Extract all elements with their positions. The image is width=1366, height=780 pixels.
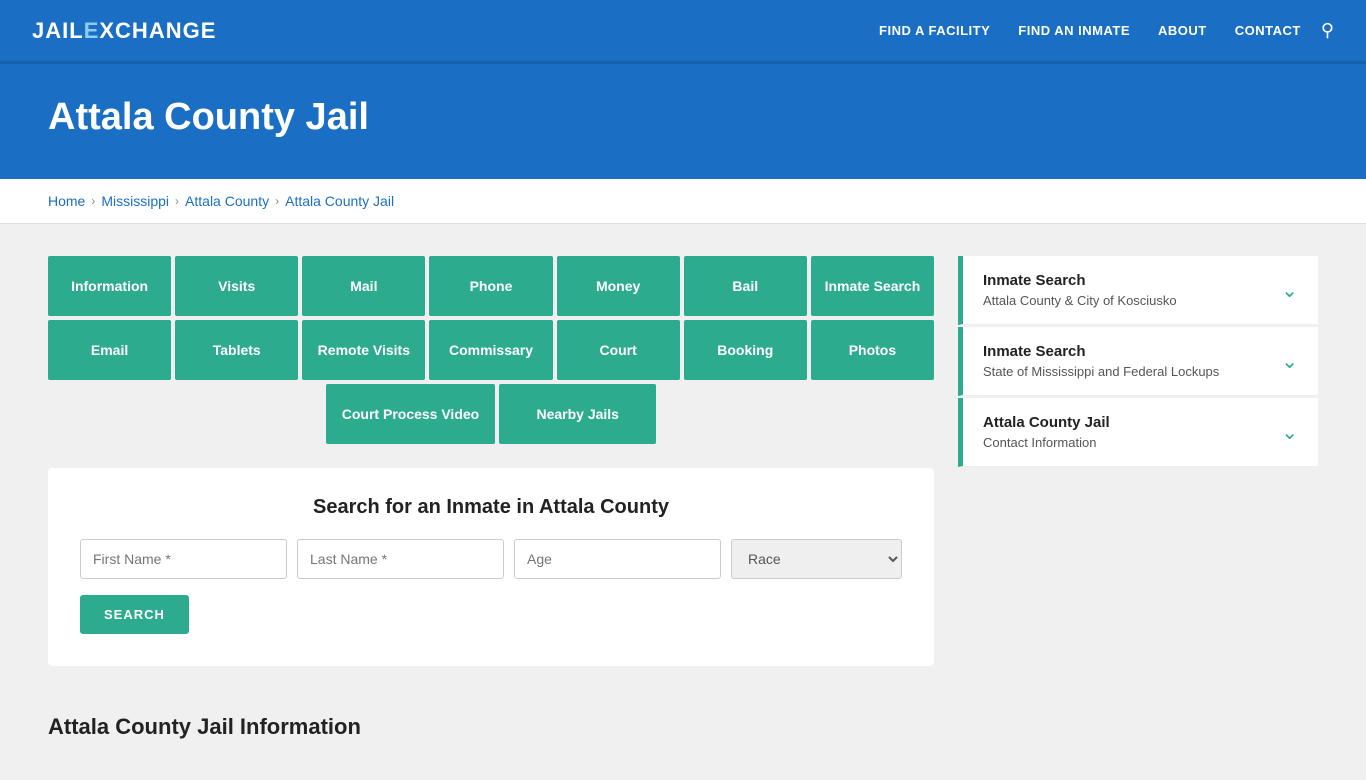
tile-bail[interactable]: Bail	[684, 256, 807, 316]
race-select[interactable]: Race White Black Hispanic Asian Other	[731, 539, 902, 579]
sidebar-card-mississippi-text: Inmate Search State of Mississippi and F…	[983, 343, 1219, 379]
tile-remote-visits[interactable]: Remote Visits	[302, 320, 425, 380]
hero-banner: Attala County Jail	[0, 64, 1366, 179]
tile-row-1: Information Visits Mail Phone Money Bail…	[48, 256, 934, 316]
sidebar-card-mississippi-title: Inmate Search	[983, 343, 1219, 360]
tile-booking[interactable]: Booking	[684, 320, 807, 380]
sidebar-card-attala-text: Inmate Search Attala County & City of Ko…	[983, 272, 1177, 308]
breadcrumb-mississippi[interactable]: Mississippi	[101, 193, 169, 209]
nav-find-facility[interactable]: FIND A FACILITY	[879, 23, 990, 38]
breadcrumb-home[interactable]: Home	[48, 193, 85, 209]
left-column: Information Visits Mail Phone Money Bail…	[48, 256, 934, 748]
tile-mail[interactable]: Mail	[302, 256, 425, 316]
breadcrumb-bar: Home › Mississippi › Attala County › Att…	[0, 179, 1366, 224]
sidebar-card-attala-title: Inmate Search	[983, 272, 1177, 289]
tile-email[interactable]: Email	[48, 320, 171, 380]
tile-money[interactable]: Money	[557, 256, 680, 316]
breadcrumb-attala-county[interactable]: Attala County	[185, 193, 269, 209]
breadcrumb-sep-2: ›	[175, 194, 179, 208]
tile-nearby-jails[interactable]: Nearby Jails	[499, 384, 656, 444]
breadcrumb-sep-3: ›	[275, 194, 279, 208]
inmate-search-box: Search for an Inmate in Attala County Ra…	[48, 468, 934, 666]
age-input[interactable]	[514, 539, 721, 579]
search-fields: Race White Black Hispanic Asian Other	[80, 539, 902, 579]
sidebar-card-attala-inmate-search[interactable]: Inmate Search Attala County & City of Ko…	[958, 256, 1318, 325]
tile-visits[interactable]: Visits	[175, 256, 298, 316]
sidebar-card-contact-text: Attala County Jail Contact Information	[983, 414, 1110, 450]
sidebar-cards: Inmate Search Attala County & City of Ko…	[958, 256, 1318, 467]
main-content: Information Visits Mail Phone Money Bail…	[0, 224, 1366, 780]
breadcrumb: Home › Mississippi › Attala County › Att…	[48, 193, 1318, 209]
search-icon[interactable]: ⚲	[1321, 20, 1334, 41]
sidebar-card-contact-info[interactable]: Attala County Jail Contact Information ⌄	[958, 398, 1318, 467]
tile-court[interactable]: Court	[557, 320, 680, 380]
search-button[interactable]: SEARCH	[80, 595, 189, 634]
right-sidebar: Inmate Search Attala County & City of Ko…	[958, 256, 1318, 467]
tile-row-3: Court Process Video Nearby Jails	[48, 384, 934, 444]
tile-commissary[interactable]: Commissary	[429, 320, 552, 380]
nav-about[interactable]: ABOUT	[1158, 23, 1207, 38]
chevron-down-icon-2: ⌄	[1281, 349, 1298, 374]
sidebar-card-contact-subtitle: Contact Information	[983, 435, 1110, 450]
nav-find-inmate[interactable]: FIND AN INMATE	[1018, 23, 1130, 38]
nav-links: FIND A FACILITY FIND AN INMATE ABOUT CON…	[879, 22, 1301, 40]
tile-information[interactable]: Information	[48, 256, 171, 316]
tile-row-2: Email Tablets Remote Visits Commissary C…	[48, 320, 934, 380]
breadcrumb-sep-1: ›	[91, 194, 95, 208]
chevron-down-icon: ⌄	[1281, 278, 1298, 303]
sidebar-card-mississippi-inmate-search[interactable]: Inmate Search State of Mississippi and F…	[958, 327, 1318, 396]
logo[interactable]: JAILEXCHANGE	[32, 18, 879, 44]
tile-tablets[interactable]: Tablets	[175, 320, 298, 380]
tile-phone[interactable]: Phone	[429, 256, 552, 316]
sidebar-card-attala-subtitle: Attala County & City of Kosciusko	[983, 293, 1177, 308]
tile-court-process-video[interactable]: Court Process Video	[326, 384, 495, 444]
navbar: JAILEXCHANGE FIND A FACILITY FIND AN INM…	[0, 0, 1366, 64]
tile-photos[interactable]: Photos	[811, 320, 934, 380]
tile-inmate-search[interactable]: Inmate Search	[811, 256, 934, 316]
sidebar-card-mississippi-subtitle: State of Mississippi and Federal Lockups	[983, 364, 1219, 379]
info-section: Attala County Jail Information	[48, 690, 934, 748]
nav-contact[interactable]: CONTACT	[1235, 23, 1301, 38]
info-title: Attala County Jail Information	[48, 690, 934, 748]
last-name-input[interactable]	[297, 539, 504, 579]
page-title: Attala County Jail	[48, 96, 1318, 139]
chevron-down-icon-3: ⌄	[1281, 420, 1298, 445]
breadcrumb-current: Attala County Jail	[285, 193, 394, 209]
first-name-input[interactable]	[80, 539, 287, 579]
sidebar-card-contact-title: Attala County Jail	[983, 414, 1110, 431]
search-title: Search for an Inmate in Attala County	[80, 496, 902, 519]
